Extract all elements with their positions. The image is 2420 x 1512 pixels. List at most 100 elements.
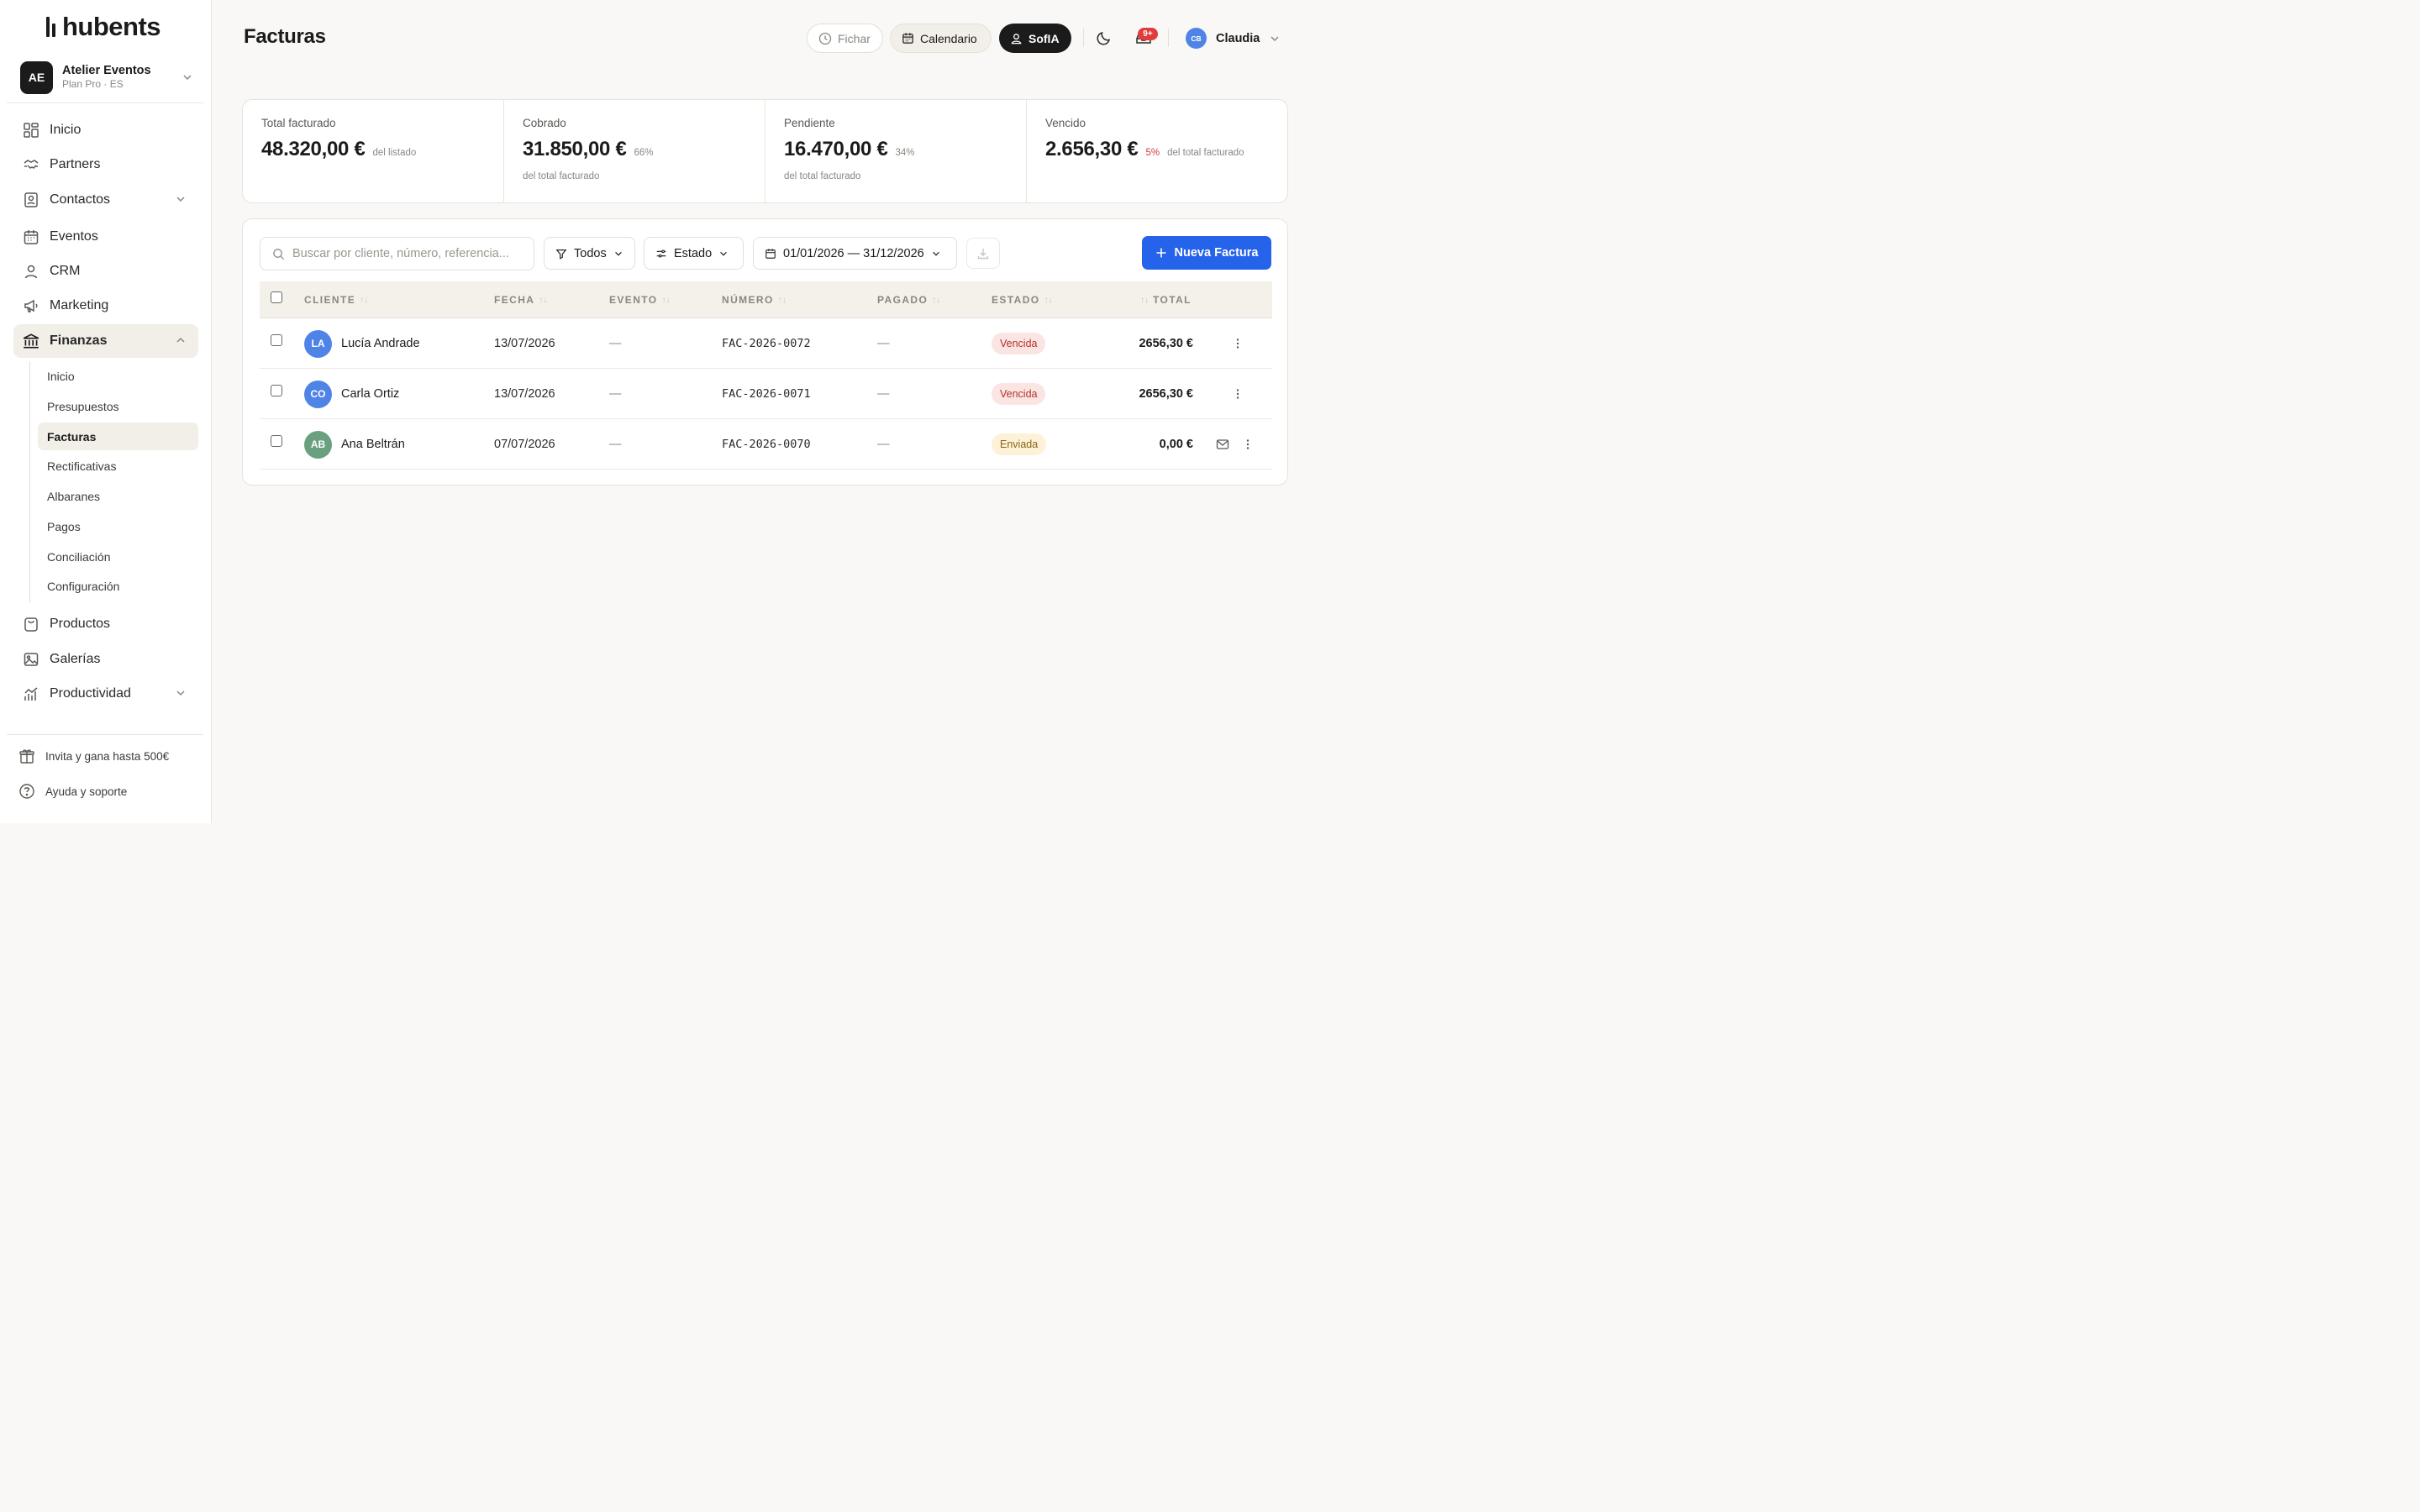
row-actions-button[interactable] — [1241, 419, 1255, 470]
search-placeholder: Buscar por cliente, número, referencia..… — [292, 247, 509, 260]
chart-icon — [22, 685, 40, 703]
estado-dropdown[interactable]: Estado — [644, 237, 744, 270]
subnav-item-conciliacion[interactable]: Conciliación — [38, 543, 198, 570]
search-input[interactable]: Buscar por cliente, número, referencia..… — [260, 237, 534, 270]
column-header-evento[interactable]: EVENTO ↑↓ — [609, 294, 671, 306]
status-cell: Vencida — [992, 369, 1046, 419]
nav-item-finanzas[interactable]: Finanzas — [13, 324, 198, 358]
invoice-number-cell[interactable]: FAC-2026-0071 — [722, 369, 811, 419]
subnav-guide — [29, 361, 30, 603]
row-actions-button[interactable] — [1231, 369, 1244, 419]
shopping-bag-icon — [22, 615, 40, 633]
send-email-button[interactable] — [1216, 419, 1229, 470]
date-cell: 07/07/2026 — [494, 438, 555, 451]
stat-label: Cobrado — [523, 117, 566, 129]
nav-label: Galerías — [50, 652, 101, 666]
dark-mode-toggle[interactable] — [1095, 29, 1115, 49]
stat-percent: 5% — [1145, 148, 1160, 158]
nav-item-productos[interactable]: Productos — [13, 607, 198, 641]
subnav-item-albaranes[interactable]: Albaranes — [38, 482, 198, 510]
divider — [1083, 29, 1084, 47]
status-badge: Vencida — [992, 333, 1046, 354]
moon-icon — [1097, 31, 1111, 45]
row-checkbox[interactable] — [271, 334, 282, 346]
nav-item-marketing[interactable]: Marketing — [13, 289, 198, 323]
calendario-button[interactable]: Calendario — [890, 24, 992, 53]
column-header-numero[interactable]: NÚMERO ↑↓ — [722, 294, 786, 306]
row-checkbox[interactable] — [271, 435, 282, 447]
stat-value: 2.656,30 € — [1045, 138, 1139, 160]
stat-percent: 66% — [634, 148, 654, 158]
mail-icon — [1216, 439, 1229, 449]
client-cell: CO Carla Ortiz — [304, 369, 399, 419]
stat-label: Total facturado — [261, 117, 336, 129]
column-header-cliente[interactable]: CLIENTE ↑↓ — [304, 294, 368, 306]
table-row[interactable]: CO Carla Ortiz 13/07/2026 — FAC-2026-007… — [260, 369, 1272, 419]
nav-item-contactos[interactable]: Contactos — [13, 183, 198, 217]
nav-label: Partners — [50, 157, 101, 171]
workspace-switcher[interactable]: AE Atelier Eventos Plan Pro · ES — [13, 55, 200, 99]
bank-icon — [22, 332, 40, 350]
client-name: Ana Beltrán — [341, 438, 405, 451]
subnav-item-rectificativas[interactable]: Rectificativas — [38, 452, 198, 480]
date-range-picker[interactable]: 01/01/2026 — 31/12/2026 — [753, 237, 957, 270]
subnav-item-pagos[interactable]: Pagos — [38, 512, 198, 540]
nav-label: Eventos — [50, 229, 98, 244]
invoice-number-cell[interactable]: FAC-2026-0070 — [722, 419, 811, 470]
date-cell: 13/07/2026 — [494, 337, 555, 350]
column-header-total[interactable]: ↑↓ TOTAL — [1140, 294, 1192, 306]
chevron-down-icon — [720, 251, 728, 256]
row-checkbox[interactable] — [271, 385, 282, 396]
table-header: CLIENTE ↑↓ FECHA ↑↓ EVENTO ↑↓ NÚMERO ↑↓ PAGA… — [260, 281, 1272, 318]
user-menu[interactable]: CB Claudia — [1186, 28, 1281, 49]
column-header-estado[interactable]: ESTADO ↑↓ — [992, 294, 1053, 306]
calendar-icon — [765, 248, 776, 259]
invoice-number-cell[interactable]: FAC-2026-0072 — [722, 318, 811, 369]
filter-todos-dropdown[interactable]: Todos — [544, 237, 635, 270]
user-icon — [22, 262, 40, 281]
client-name: Lucía Andrade — [341, 337, 420, 350]
workspace-avatar: AE — [20, 60, 53, 94]
new-invoice-button[interactable]: Nueva Factura — [1142, 236, 1271, 270]
chevron-down-icon — [1270, 35, 1279, 41]
stat-value: 48.320,00 € — [261, 138, 366, 160]
paid-cell: — — [877, 387, 890, 401]
select-all-checkbox[interactable] — [271, 291, 282, 303]
stat-value: 16.470,00 € — [784, 138, 888, 160]
column-header-pagado[interactable]: PAGADO ↑↓ — [877, 294, 940, 306]
nav-item-galerias[interactable]: Galerías — [13, 643, 198, 676]
hubents-logo[interactable]: hubents — [45, 12, 161, 42]
sofia-label: SofIA — [1028, 31, 1060, 45]
column-header-fecha[interactable]: FECHA ↑↓ — [494, 294, 547, 306]
table-row[interactable]: LA Lucía Andrade 13/07/2026 — FAC-2026-0… — [260, 318, 1272, 369]
download-button[interactable] — [966, 238, 1000, 269]
nav-label: Marketing — [50, 298, 109, 312]
assistant-icon — [1011, 34, 1022, 45]
client-cell: AB Ana Beltrán — [304, 419, 405, 470]
nav-item-crm[interactable]: CRM — [13, 255, 198, 288]
avatar: CO — [304, 380, 332, 408]
avatar: LA — [304, 329, 332, 358]
subnav-item-inicio[interactable]: Inicio — [38, 362, 198, 390]
handshake-icon — [22, 155, 40, 174]
nav-item-eventos[interactable]: Eventos — [13, 220, 198, 254]
nav-item-productividad[interactable]: Productividad — [13, 677, 198, 711]
nav-item-partners[interactable]: Partners — [13, 148, 198, 181]
sofia-button[interactable]: SofIA — [999, 24, 1071, 53]
chevron-down-icon — [614, 251, 622, 256]
subnav-item-presupuestos[interactable]: Presupuestos — [38, 392, 198, 420]
stat-label: Pendiente — [784, 117, 835, 129]
megaphone-icon — [22, 297, 40, 315]
subnav-item-configuracion[interactable]: Configuración — [38, 572, 198, 600]
image-icon — [22, 650, 40, 669]
row-actions-button[interactable] — [1231, 318, 1244, 369]
invite-link[interactable]: Invita y gana hasta 500€ — [18, 748, 169, 764]
nav-label: Inicio — [50, 123, 82, 137]
fichar-button[interactable]: Fichar — [807, 24, 883, 53]
nav-item-inicio[interactable]: Inicio — [13, 113, 198, 147]
column-label: PAGADO — [877, 294, 929, 306]
subnav-item-facturas[interactable]: Facturas — [38, 423, 198, 450]
table-row[interactable]: AB Ana Beltrán 07/07/2026 — FAC-2026-007… — [260, 419, 1272, 470]
nav-label: Finanzas — [50, 333, 108, 348]
help-link[interactable]: Ayuda y soporte — [18, 783, 127, 800]
